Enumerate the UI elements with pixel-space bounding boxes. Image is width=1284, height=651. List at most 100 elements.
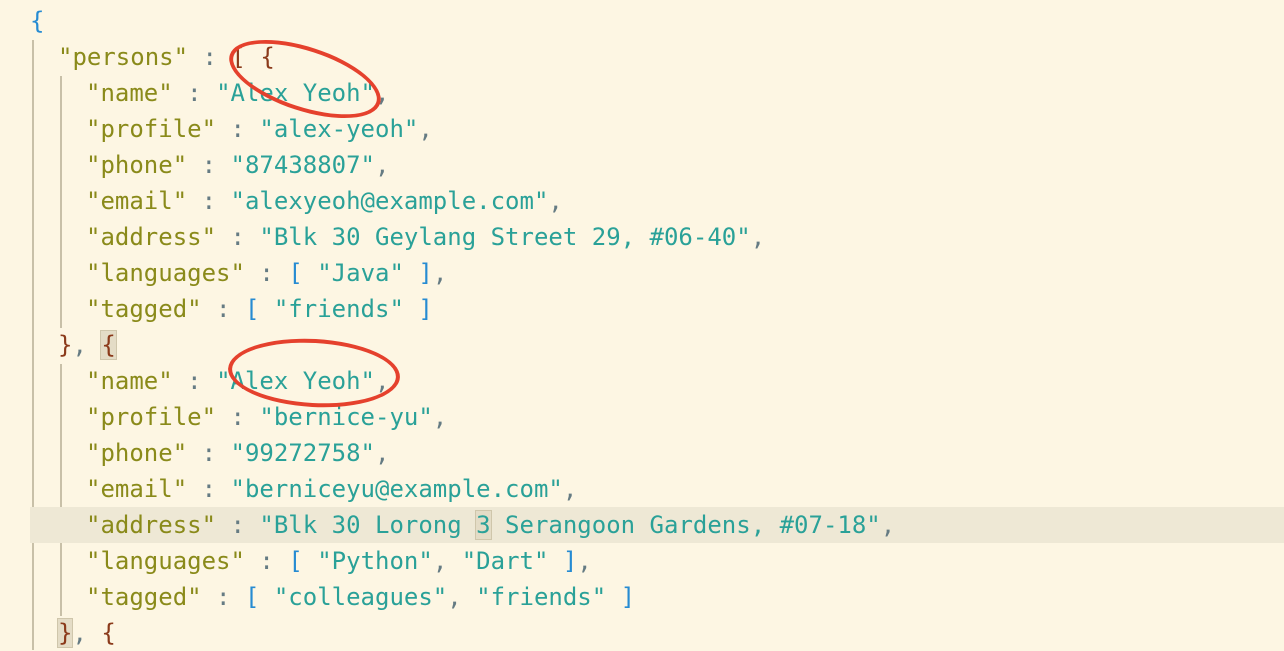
code-line-content: "tagged" : [ "friends" ]	[86, 291, 433, 327]
code-line-content: "persons" : [ {	[58, 39, 275, 75]
code-token: ,	[72, 331, 102, 359]
code-token: "languages"	[86, 259, 245, 287]
code-line[interactable]: "phone" : "87438807",	[0, 147, 1284, 183]
code-line[interactable]: "name" : "Alex Yeoh",	[0, 75, 1284, 111]
code-token: :	[216, 223, 260, 251]
code-editor[interactable]: {"persons" : [ {"name" : "Alex Yeoh", "pr…	[0, 0, 1284, 650]
code-line[interactable]: "profile" : "alex-yeoh",	[0, 111, 1284, 147]
code-line[interactable]: "email" : "berniceyu@example.com",	[0, 471, 1284, 507]
code-token: :	[172, 79, 217, 107]
code-token: :	[187, 187, 231, 215]
code-line-content: "profile" : "alex-yeoh",	[86, 111, 433, 147]
code-token: }	[58, 331, 73, 359]
code-token: ,	[548, 187, 563, 215]
code-line-content: }, {	[56, 615, 116, 651]
code-line[interactable]: "address" : "Blk 30 Lorong 3 Serangoon G…	[30, 507, 1284, 543]
code-token: ,	[880, 511, 896, 539]
code-token: "name"	[86, 79, 173, 107]
code-line[interactable]: "persons" : [ {	[0, 39, 1284, 75]
code-token: "alex-yeoh"	[259, 115, 419, 143]
code-token: ,	[375, 367, 390, 395]
code-token: "tagged"	[86, 295, 202, 323]
code-token: :	[188, 43, 232, 71]
code-line[interactable]: "profile" : "bernice-yu",	[0, 399, 1284, 435]
code-token: ,	[750, 223, 766, 251]
code-token: ]	[418, 259, 433, 287]
code-line-content: "name" : "Alex Yeoh",	[86, 75, 389, 111]
code-line[interactable]: "phone" : "99272758",	[0, 435, 1284, 471]
code-token: :	[172, 367, 217, 395]
code-token: "Python"	[317, 547, 433, 575]
code-line[interactable]: }, {	[0, 327, 1284, 363]
code-token: "bernice-yu"	[259, 403, 433, 431]
code-token: ]	[562, 547, 578, 575]
code-token: "friends"	[273, 295, 404, 323]
code-token: "Alex Yeoh"	[216, 367, 376, 395]
code-token: "berniceyu@example.com"	[230, 475, 563, 503]
code-line-content: "profile" : "bernice-yu",	[86, 399, 447, 435]
code-line[interactable]: "address" : "Blk 30 Geylang Street 29, #…	[0, 219, 1284, 255]
code-line-content: "phone" : "99272758",	[86, 435, 389, 471]
code-token: "phone"	[86, 151, 188, 179]
code-token: "Java"	[317, 259, 404, 287]
code-token: ,	[432, 259, 448, 287]
code-token: ,	[447, 583, 477, 611]
code-token: ,	[577, 547, 592, 575]
code-token: ,	[432, 547, 462, 575]
code-line-content: "tagged" : [ "colleagues", "friends" ]	[86, 579, 635, 615]
code-token: :	[216, 115, 260, 143]
code-token: {	[101, 619, 116, 647]
code-token: "profile"	[86, 403, 217, 431]
code-line[interactable]: "languages" : [ "Python", "Dart" ],	[0, 543, 1284, 579]
code-token: {	[100, 330, 117, 360]
code-token: :	[201, 583, 245, 611]
code-token: "87438807"	[230, 151, 376, 179]
code-token: "Dart"	[461, 547, 549, 575]
code-token: "name"	[86, 367, 173, 395]
code-line[interactable]: "tagged" : [ "friends" ]	[0, 291, 1284, 327]
code-token: :	[187, 475, 231, 503]
code-line[interactable]: "name" : "Alex Yeoh",	[0, 363, 1284, 399]
code-token: "Alex Yeoh"	[216, 79, 376, 107]
code-token: ,	[72, 619, 102, 647]
code-token: ,	[432, 403, 448, 431]
code-token: "address"	[86, 223, 217, 251]
code-token: "alexyeoh@example.com"	[230, 187, 549, 215]
code-line-content: "languages" : [ "Java" ],	[86, 255, 447, 291]
code-line[interactable]: }, {	[0, 615, 1284, 651]
code-token: "phone"	[86, 439, 188, 467]
code-token: "email"	[86, 187, 188, 215]
code-token: :	[216, 511, 260, 539]
code-line-content: "email" : "alexyeoh@example.com",	[86, 183, 563, 219]
code-token: :	[187, 151, 231, 179]
code-token: Serangoon Gardens, #07-18"	[490, 511, 881, 539]
code-token: [	[288, 259, 303, 287]
code-token: "99272758"	[230, 439, 376, 467]
code-line-content: "phone" : "87438807",	[86, 147, 389, 183]
code-token: ,	[562, 475, 578, 503]
code-line-content: {	[30, 3, 44, 39]
code-token: "profile"	[86, 115, 217, 143]
code-token: :	[187, 439, 231, 467]
code-line-content: "address" : "Blk 30 Lorong 3 Serangoon G…	[86, 507, 895, 543]
code-token: "tagged"	[86, 583, 202, 611]
code-token: ,	[375, 151, 390, 179]
code-line[interactable]: "tagged" : [ "colleagues", "friends" ]	[0, 579, 1284, 615]
code-token: [	[231, 43, 246, 71]
code-token: "persons"	[58, 43, 189, 71]
code-line[interactable]: "languages" : [ "Java" ],	[0, 255, 1284, 291]
code-line[interactable]: "email" : "alexyeoh@example.com",	[0, 183, 1284, 219]
code-token: "Blk 30 Lorong	[259, 511, 477, 539]
code-token: "colleagues"	[273, 583, 448, 611]
code-token: ,	[375, 79, 390, 107]
code-line[interactable]: {	[0, 3, 1284, 39]
code-line-content: "languages" : [ "Python", "Dart" ],	[86, 543, 592, 579]
